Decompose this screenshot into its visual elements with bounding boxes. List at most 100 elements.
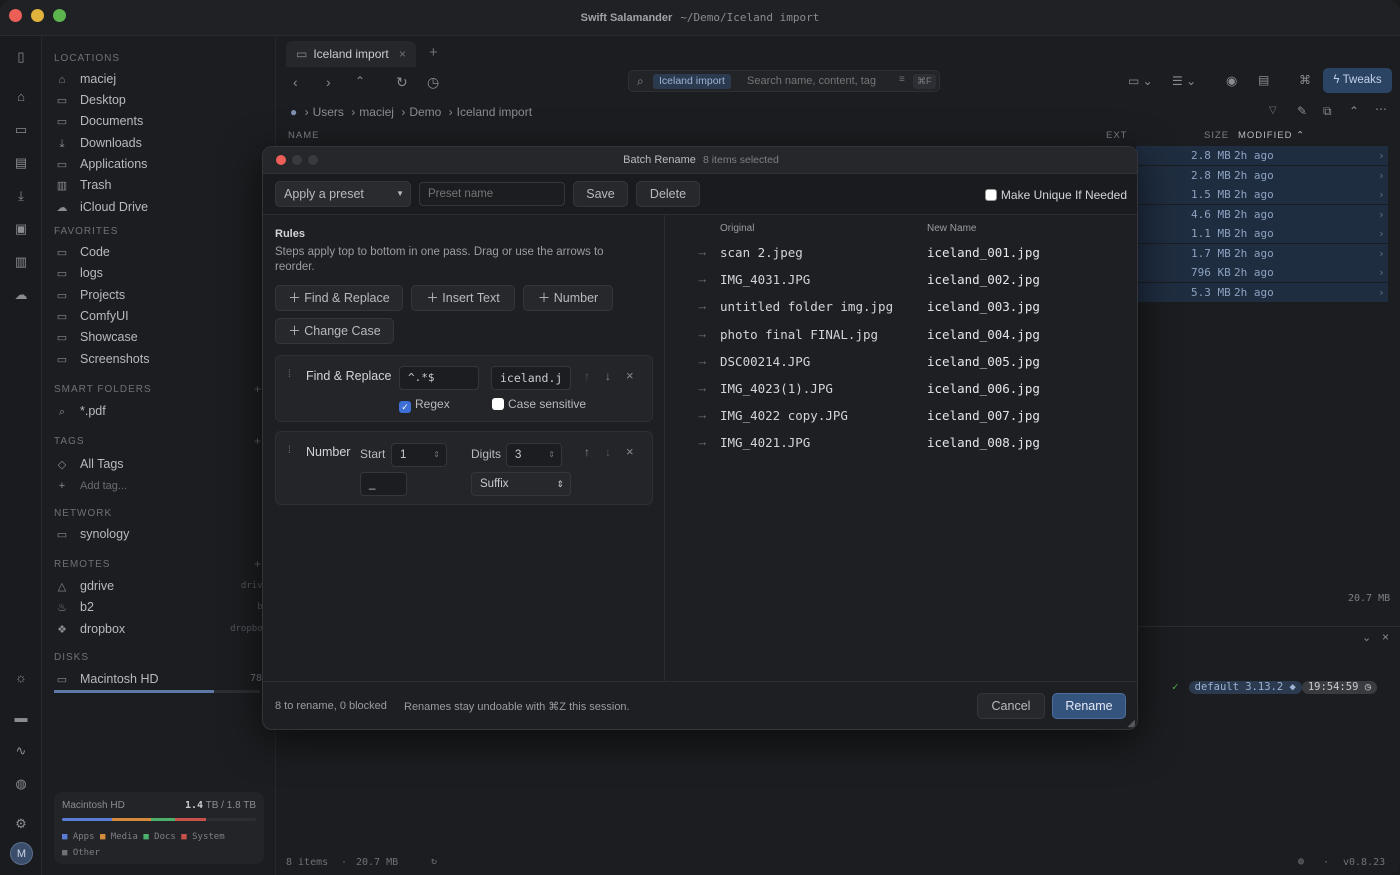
replace-input[interactable]: iceland.j (491, 366, 571, 390)
add-tag-plus-icon[interactable]: + (254, 434, 261, 448)
sidebar-item-gdrive[interactable]: △ gdrive drive (54, 576, 268, 596)
globe-icon[interactable]: ◍ (13, 776, 29, 792)
remove-rule-icon[interactable]: × (626, 368, 634, 383)
add-change-case-button[interactable]: ＋ Change Case (275, 318, 394, 344)
case-sensitive-checkbox[interactable]: Case sensitive (492, 397, 586, 411)
add-remote-icon[interactable]: + (254, 557, 261, 571)
save-preset-button[interactable]: Save (573, 181, 628, 207)
start-stepper[interactable]: 1 ⇕ (391, 443, 447, 467)
sidebar-item-downloads[interactable]: ⤓ Downloads (54, 133, 264, 153)
move-down-icon[interactable]: ↓ (605, 445, 611, 459)
document-icon[interactable]: ▤ (13, 155, 29, 171)
add-find-replace-button[interactable]: ＋ Find & Replace (275, 285, 403, 311)
sidebar-item-comfyui[interactable]: ▭ ComfyUI (54, 306, 264, 326)
globe-status-icon[interactable]: ◍ (1298, 856, 1304, 867)
sidebar-item-b2[interactable]: ♨b2b2 (54, 597, 268, 617)
crumb-maciej[interactable]: maciej (359, 105, 394, 119)
sidebar-item-showcase[interactable]: ▭ Showcase (54, 327, 264, 347)
activity-icon[interactable]: ∿ (13, 743, 29, 759)
preset-select[interactable]: Apply a preset ▼ (275, 181, 411, 207)
col-size[interactable]: SIZE (1204, 130, 1229, 141)
cloud-icon[interactable]: ☁ (13, 287, 29, 303)
filter-icon[interactable]: ≡ (899, 74, 905, 85)
drag-handle-icon[interactable]: ⁞ (288, 369, 291, 380)
sidebar-item-desktop[interactable]: ▭ Desktop (54, 90, 264, 110)
sidebar-item-smart-pdf[interactable]: ⌕ *.pdf (54, 401, 264, 421)
crumb-users[interactable]: Users (313, 105, 344, 119)
sync-icon[interactable]: ↻ (431, 856, 437, 867)
inspector-icon[interactable]: ▤ (1258, 73, 1269, 87)
back-icon[interactable]: ‹ (293, 74, 298, 90)
cancel-button[interactable]: Cancel (977, 693, 1045, 719)
rule-find-replace[interactable]: ⁞ Find & Replace ^.*$ iceland.j ↑ ↓ × ✓ R… (275, 355, 653, 422)
add-insert-text-button[interactable]: ＋ Insert Text (411, 285, 515, 311)
file-row[interactable]: 4.6 MB 2h ago › (1136, 204, 1388, 224)
crumb-iceland-import[interactable]: Iceland import (457, 105, 532, 119)
file-row[interactable]: 796 KB 2h ago › (1136, 263, 1388, 282)
edit-pencil-icon[interactable]: ✎ (1297, 104, 1307, 118)
resize-grip-icon[interactable]: ◢ (1127, 718, 1135, 729)
more-icon[interactable]: ⋯ (1375, 102, 1387, 116)
add-tag-button[interactable]: + Add tag... (54, 476, 264, 496)
remove-rule-icon[interactable]: × (626, 444, 634, 459)
add-number-button[interactable]: ＋ Number (523, 285, 613, 311)
search-scope-chip[interactable]: Iceland import (653, 74, 731, 89)
file-row[interactable]: 2.8 MB 2h ago › (1136, 146, 1388, 165)
file-row[interactable]: 5.3 MB 2h ago › (1136, 282, 1388, 302)
sidebar-item-icloud[interactable]: ☁ iCloud Drive (54, 197, 264, 217)
add-smart-folder-icon[interactable]: + (254, 382, 261, 396)
file-row[interactable]: 1.7 MB 2h ago › (1136, 243, 1388, 263)
view-mode-icon[interactable]: ▭ ⌄ (1128, 74, 1153, 88)
digits-stepper[interactable]: 3 ⇕ (506, 443, 562, 467)
preview-eye-icon[interactable]: ◉ (1226, 73, 1237, 89)
drag-handle-icon[interactable]: ⁞ (288, 445, 291, 456)
move-down-icon[interactable]: ↓ (605, 369, 611, 383)
search-input[interactable] (747, 73, 897, 89)
new-tab-button[interactable]: + (429, 44, 438, 61)
sidebar-item-trash[interactable]: ▥ Trash (54, 175, 264, 195)
applications-icon[interactable]: ▣ (13, 221, 29, 237)
download-icon[interactable]: ⤓ (13, 188, 29, 204)
sidebar-item-logs[interactable]: ▭ logs (54, 263, 264, 283)
col-modified[interactable]: MODIFIED ⌃ (1238, 130, 1305, 141)
separator-input[interactable]: _ (360, 472, 407, 496)
sidebar-item-macintosh-hd[interactable]: ▭ Macintosh HD 78% (54, 669, 268, 689)
tab-iceland-import[interactable]: ▭ Iceland import × (286, 41, 416, 67)
close-tab-icon[interactable]: × (399, 41, 406, 67)
search-bar[interactable]: ⌕ Iceland import ≡ ⌘F (628, 70, 940, 92)
position-select[interactable]: Suffix ⇕ (471, 472, 571, 496)
collapse-icon[interactable]: ⌃ (1349, 104, 1359, 118)
delete-preset-button[interactable]: Delete (636, 181, 700, 207)
gear-icon[interactable]: ⚙ (13, 816, 29, 832)
home-icon[interactable]: ⌂ (13, 89, 29, 105)
sidebar-toggle-icon[interactable]: ▯ (13, 49, 29, 65)
tweaks-button[interactable]: ϟ Tweaks (1323, 68, 1392, 93)
preset-name-input[interactable] (419, 182, 565, 206)
avatar[interactable]: M (10, 842, 33, 865)
move-up-icon[interactable]: ↑ (584, 369, 590, 383)
list-mode-icon[interactable]: ☰ ⌄ (1172, 74, 1196, 88)
make-unique-checkbox[interactable]: Make Unique If Needed (984, 188, 1127, 202)
sidebar-item-synology[interactable]: ▭ synology (54, 524, 264, 544)
sidebar-item-screenshots[interactable]: ▭ Screenshots (54, 349, 264, 369)
file-row[interactable]: 1.1 MB 2h ago › (1136, 224, 1388, 243)
history-icon[interactable]: ◷ (427, 74, 439, 91)
rename-button[interactable]: Rename (1052, 693, 1126, 719)
sidebar-item-code[interactable]: ▭ Code (54, 242, 264, 262)
sidebar-item-documents[interactable]: ▭ Documents (54, 111, 264, 131)
filter-funnel-icon[interactable]: ▽ (1269, 105, 1277, 116)
col-name[interactable]: NAME (288, 130, 319, 141)
sidebar-item-dropbox[interactable]: ❖ dropbox dropbox (54, 619, 268, 639)
terminal-close-icon[interactable]: × (1382, 630, 1389, 644)
file-row[interactable]: 1.5 MB 2h ago › (1136, 185, 1388, 204)
move-up-icon[interactable]: ↑ (584, 445, 590, 459)
crumb-demo[interactable]: Demo (409, 105, 441, 119)
rule-number[interactable]: ⁞ Number Start 1 ⇕ Digits 3 ⇕ ↑ ↓ × _ Suff… (275, 431, 653, 505)
desktop-icon[interactable]: ▭ (13, 122, 29, 138)
copy-icon[interactable]: ⧉ (1323, 104, 1332, 119)
sidebar-item-applications[interactable]: ▭ Applications (54, 154, 264, 174)
file-row[interactable]: 2.8 MB 2h ago › (1136, 165, 1388, 185)
find-input[interactable]: ^.*$ (399, 366, 479, 390)
refresh-icon[interactable]: ↻ (396, 74, 408, 91)
forward-icon[interactable]: › (326, 74, 331, 90)
